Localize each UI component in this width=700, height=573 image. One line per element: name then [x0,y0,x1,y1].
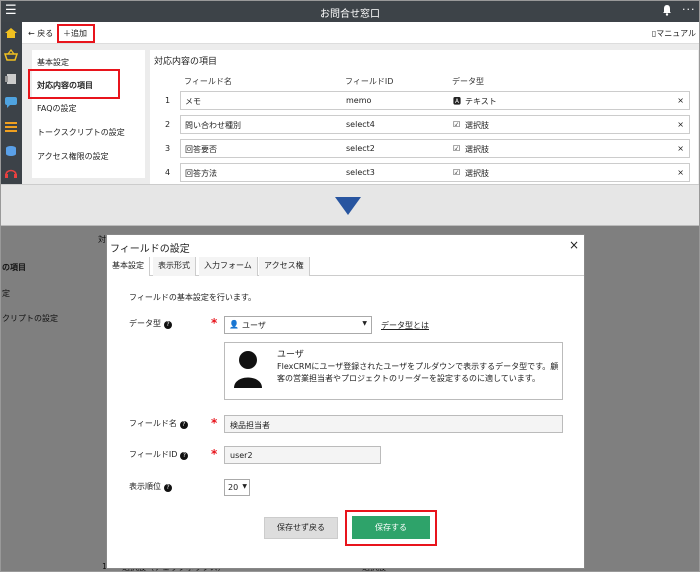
image-border [0,0,700,572]
